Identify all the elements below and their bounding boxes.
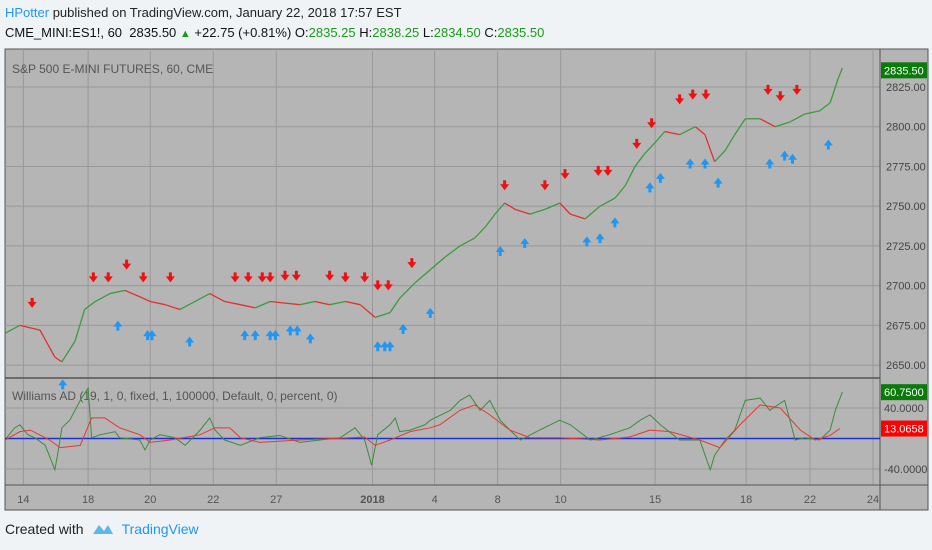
price-tick-label: 2675.00 bbox=[886, 320, 926, 332]
time-tick-label: 27 bbox=[270, 494, 282, 506]
created-with-text: Created with bbox=[5, 521, 84, 537]
time-tick-label: 8 bbox=[495, 494, 501, 506]
price-tick-label: 2775.00 bbox=[886, 161, 926, 173]
time-tick-label: 22 bbox=[804, 494, 816, 506]
last-price-badge: 2835.50 bbox=[884, 65, 924, 77]
ad-value-badge: 60.7500 bbox=[884, 387, 924, 399]
open-value: 2835.25 bbox=[308, 25, 356, 40]
price-tick-label: 2800.00 bbox=[886, 122, 926, 134]
price-change: +22.75 (+0.81%) bbox=[194, 25, 292, 40]
publish-text: published on TradingView.com, January 22… bbox=[52, 5, 402, 20]
close-label: C: bbox=[484, 25, 498, 40]
price-tick-label: 2750.00 bbox=[886, 201, 926, 213]
high-label: H: bbox=[359, 25, 373, 40]
ma-value-badge: 13.0658 bbox=[884, 424, 924, 436]
price-tick-label: 2825.00 bbox=[886, 82, 926, 94]
open-label: O: bbox=[294, 25, 309, 40]
indicator-title: Williams AD (19, 1, 0, fixed, 1, 100000,… bbox=[12, 389, 338, 403]
last-price: 2835.50 bbox=[129, 25, 177, 40]
tradingview-link[interactable]: TradingView bbox=[122, 521, 199, 537]
quote-line: CME_MINI:ES1!, 60 2835.50 ▲ +22.75 (+0.8… bbox=[5, 25, 544, 40]
time-tick-label: 22 bbox=[207, 494, 219, 506]
time-tick-label: 4 bbox=[432, 494, 438, 506]
time-tick-label: 14 bbox=[17, 494, 29, 506]
publish-info: HPotter published on TradingView.com, Ja… bbox=[5, 5, 402, 20]
low-value: 2834.50 bbox=[433, 25, 481, 40]
price-tick-label: 2700.00 bbox=[886, 281, 926, 293]
footer: Created with TradingView bbox=[5, 521, 199, 537]
chart-canvas[interactable]: S&P 500 E-MINI FUTURES, 60, CME Williams… bbox=[0, 47, 932, 512]
time-tick-label: 18 bbox=[82, 494, 94, 506]
price-tick-label: 2725.00 bbox=[886, 241, 926, 253]
up-triangle-icon: ▲ bbox=[179, 28, 191, 40]
price-pane-title: S&P 500 E-MINI FUTURES, 60, CME bbox=[12, 62, 213, 76]
indicator-tick-label: 40.0000 bbox=[884, 403, 924, 415]
price-tick-label: 2650.00 bbox=[886, 360, 926, 372]
indicator-tick-label: -40.0000 bbox=[884, 464, 927, 476]
time-tick-label: 18 bbox=[740, 494, 752, 506]
symbol: CME_MINI:ES1!, 60 bbox=[5, 25, 123, 40]
time-tick-label: 24 bbox=[867, 494, 879, 506]
tradingview-logo-icon bbox=[92, 525, 113, 534]
time-tick-label: 15 bbox=[649, 494, 661, 506]
low-label: L: bbox=[422, 25, 434, 40]
time-tick-label: 10 bbox=[555, 494, 567, 506]
author-link[interactable]: HPotter bbox=[5, 5, 49, 20]
time-tick-label: 20 bbox=[144, 494, 156, 506]
close-value: 2835.50 bbox=[497, 25, 545, 40]
time-tick-label: 2018 bbox=[360, 494, 384, 506]
high-value: 2838.25 bbox=[372, 25, 420, 40]
